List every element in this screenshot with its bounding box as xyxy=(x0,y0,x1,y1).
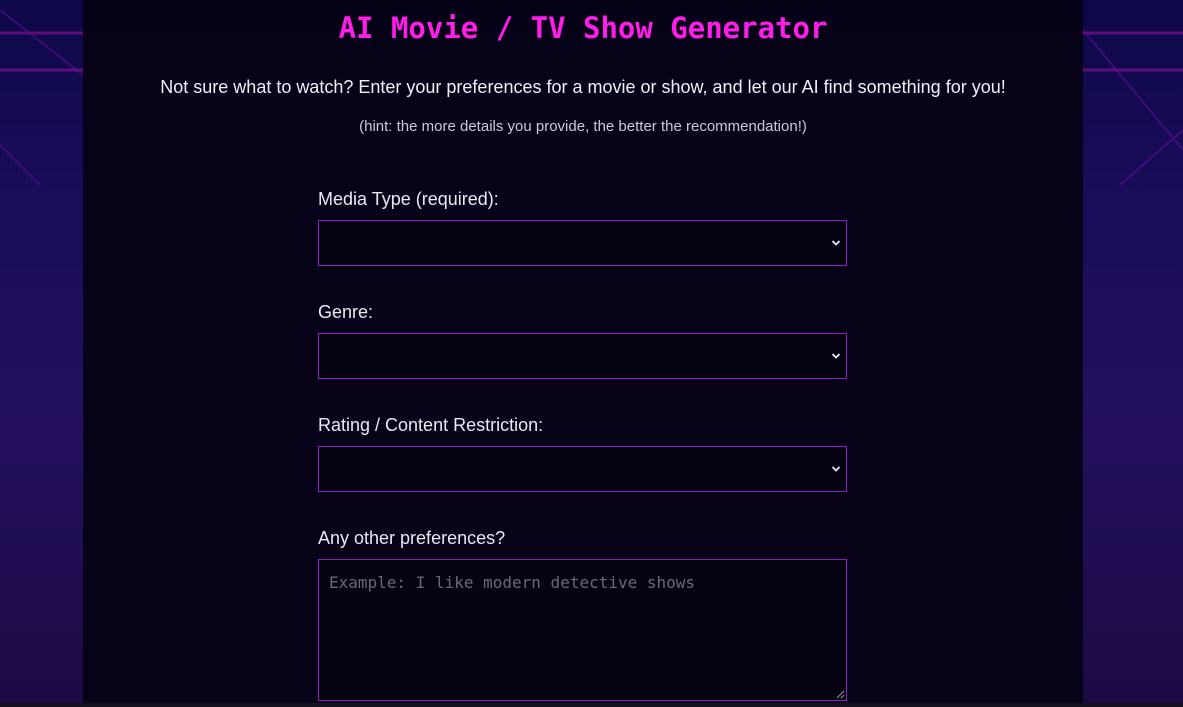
hint-text: (hint: the more details you provide, the… xyxy=(359,118,807,135)
media-type-label: Media Type (required): xyxy=(318,189,499,209)
intro-text: Not sure what to watch? Enter your prefe… xyxy=(160,77,1006,97)
preferences-textarea[interactable]: Example: I like modern detective shows xyxy=(318,559,847,701)
genre-select[interactable] xyxy=(318,333,847,379)
chevron-down-icon xyxy=(831,353,841,359)
chevron-down-icon xyxy=(831,466,841,472)
resize-grip-icon[interactable] xyxy=(835,689,845,699)
media-type-select[interactable] xyxy=(318,220,847,266)
rating-label: Rating / Content Restriction: xyxy=(318,415,544,435)
chevron-down-icon xyxy=(831,240,841,246)
preferences-label: Any other preferences? xyxy=(318,528,506,548)
genre-label: Genre: xyxy=(318,302,374,322)
rating-select[interactable] xyxy=(318,446,847,492)
preferences-placeholder: Example: I like modern detective shows xyxy=(329,573,696,592)
main-panel: AI Movie / TV Show Generator Not sure wh… xyxy=(83,0,1083,707)
bottom-divider xyxy=(0,703,1183,707)
page-title: AI Movie / TV Show Generator xyxy=(338,11,828,45)
